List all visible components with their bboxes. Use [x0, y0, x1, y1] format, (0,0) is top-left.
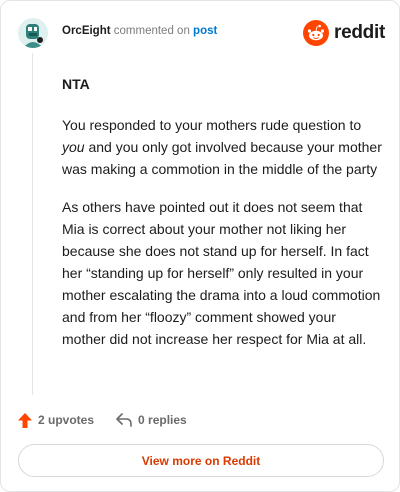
comment-paragraph-1: You responded to your mothers rude quest…	[62, 114, 382, 180]
upvote-arrow-icon	[18, 412, 32, 428]
thread-line	[32, 53, 33, 395]
author-link[interactable]: OrcEight	[62, 25, 111, 37]
reply-action[interactable]: 0 replies	[116, 413, 187, 427]
upvote-count: 2 upvotes	[38, 413, 95, 427]
meta-verb: commented on	[113, 25, 190, 37]
comment-body: NTA You responded to your mothers rude q…	[62, 76, 382, 366]
comment-actions: 2 upvotes 0 replies	[18, 410, 209, 430]
reddit-snoo-icon	[303, 20, 330, 46]
avatar-icon[interactable]	[18, 18, 48, 48]
reply-arrow-icon	[116, 413, 132, 427]
reply-count: 0 replies	[138, 413, 187, 427]
upvote-action[interactable]: 2 upvotes	[18, 412, 95, 428]
post-link[interactable]: post	[193, 25, 217, 37]
comment-meta: OrcEight commented on post	[62, 25, 217, 37]
paragraph-1-text-b: and you only got involved because your m…	[62, 139, 382, 177]
reddit-wordmark: reddit	[334, 22, 385, 43]
view-more-button[interactable]: View more on Reddit	[18, 444, 384, 477]
paragraph-1-emphasis: you	[62, 139, 85, 155]
reddit-logo[interactable]: reddit	[303, 20, 385, 46]
comment-paragraph-2: As others have pointed out it does not s…	[62, 199, 381, 347]
comment-header: OrcEight commented on post reddit	[18, 15, 385, 51]
comment-verdict: NTA	[62, 76, 90, 92]
comment-embed-card: OrcEight commented on post reddit NTA Yo…	[0, 0, 400, 492]
paragraph-1-text-a: You responded to your mothers rude quest…	[62, 117, 362, 133]
